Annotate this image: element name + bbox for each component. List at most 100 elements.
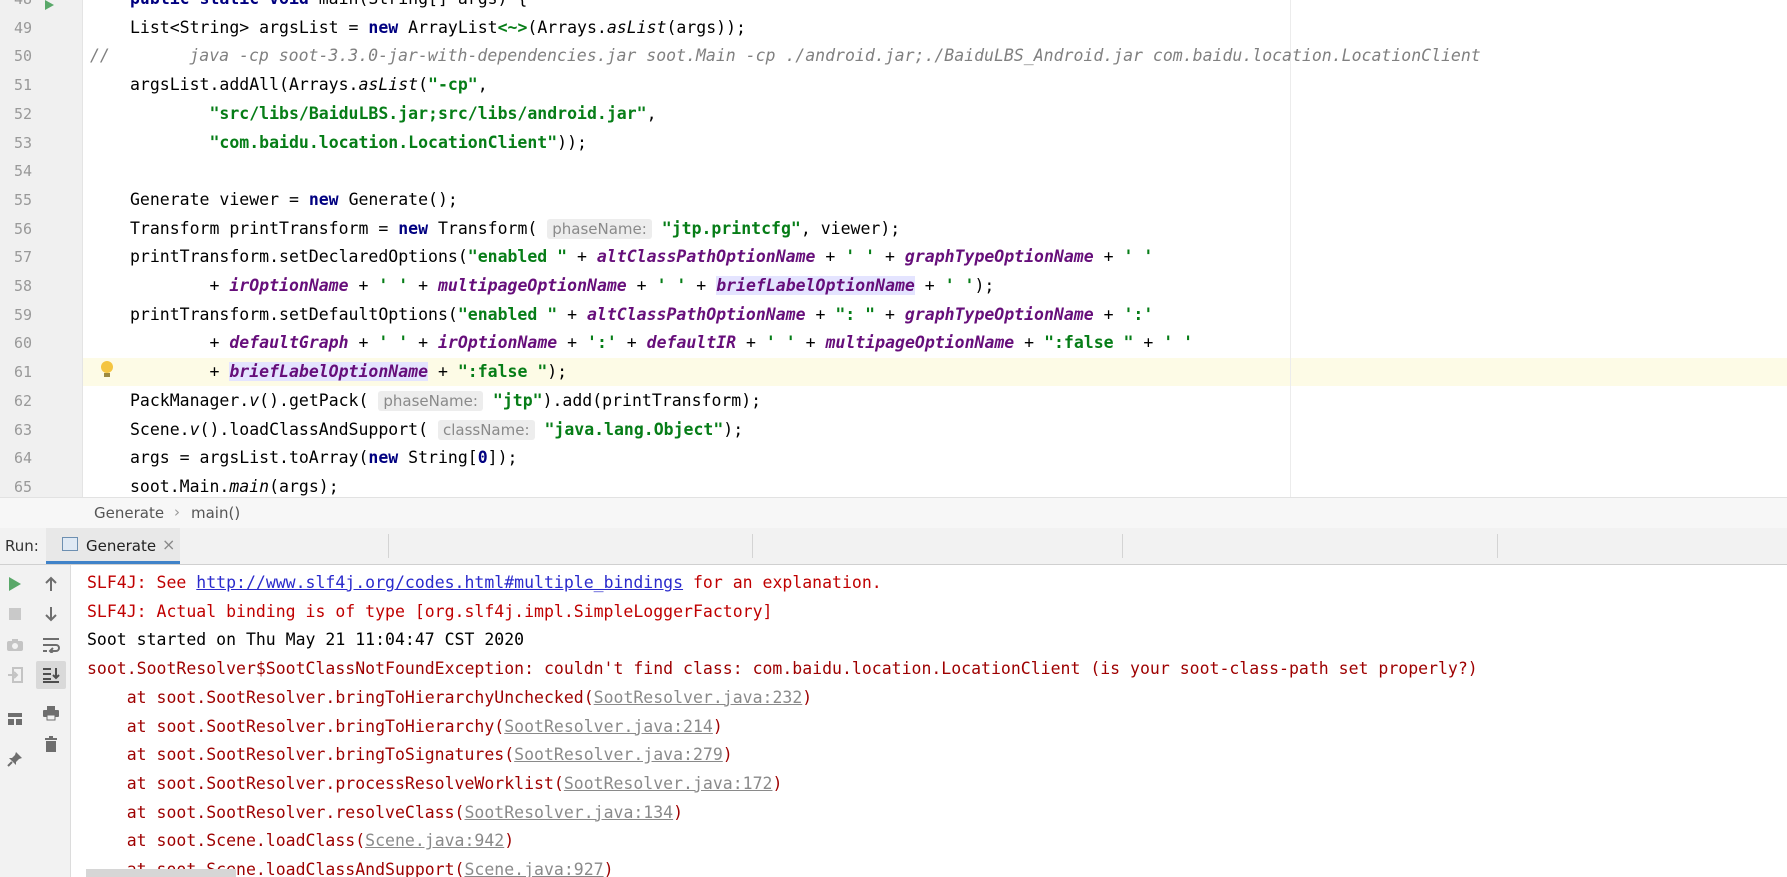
layout-icon[interactable] (2, 706, 28, 732)
code-token: + (408, 333, 438, 353)
console-text: ) (504, 831, 515, 851)
code-line: + defaultGraph + ' ' + irOptionName + ':… (130, 329, 1787, 357)
soft-wrap-icon[interactable] (38, 632, 64, 658)
parameter-hint: phaseName: (378, 390, 483, 411)
line-number: 63 (13, 420, 32, 439)
code-token: printTransform.setDeclaredOptions( (130, 247, 468, 267)
console-link[interactable]: SootResolver.java:134 (465, 803, 674, 822)
console-link[interactable]: SootResolver.java:172 (564, 774, 773, 793)
breadcrumb-separator: › (174, 503, 180, 521)
parameter-hint: className: (437, 419, 535, 440)
down-arrow-icon[interactable] (38, 601, 64, 627)
tab-close-icon[interactable]: × (162, 535, 175, 554)
console-line: SLF4J: See http://www.slf4j.org/codes.ht… (87, 569, 882, 597)
horizontal-scrollbar[interactable] (86, 869, 236, 877)
code-token: Generate viewer = (130, 189, 309, 209)
code-editor[interactable]: 48 49 50 51 52 53 54 55 56 57 58 59 60 61 62 63 64 65 pub… (0, 0, 1787, 497)
code-line: Transform printTransform = new Transform… (130, 215, 1787, 243)
code-token: irOptionName (438, 333, 558, 353)
console-link[interactable]: SootResolver.java:214 (504, 717, 713, 736)
console-text: ) (712, 716, 723, 736)
line-number: 59 (13, 305, 32, 324)
code-token: + (557, 304, 587, 324)
code-token: multipageOptionName (438, 276, 627, 295)
header-divider (1497, 534, 1498, 558)
code-token: + (348, 276, 379, 295)
code-line: + irOptionName + ' ' + multipageOptionNa… (130, 272, 1787, 300)
code-token: + (795, 333, 826, 353)
code-token: ' ' (378, 276, 409, 295)
breadcrumb-class[interactable]: Generate (94, 504, 164, 522)
rerun-icon[interactable] (2, 571, 28, 597)
code-token: ); (974, 276, 995, 295)
console-text: at soot.Scene.loadClass( (87, 831, 366, 851)
code-token: ": " (835, 304, 876, 324)
code-line: "com.baidu.location.LocationClient")); (130, 129, 1787, 157)
code-line: PackManager.v().getPack( phaseName: "jtp… (130, 387, 1787, 415)
line-number: 65 (13, 477, 32, 496)
code-token: ' ' (944, 276, 975, 295)
header-divider (1122, 534, 1123, 558)
console-link[interactable]: Scene.java:942 (365, 831, 504, 850)
code-token: ':' (1123, 304, 1154, 324)
code-line: + briefLabelOptionName + ":false "); (130, 358, 1787, 386)
scroll-to-end-icon[interactable] (36, 661, 66, 689)
tab-generate[interactable]: Generate × (46, 528, 180, 564)
code-token: , (646, 103, 657, 123)
code-token: + (1093, 304, 1124, 324)
code-token: + (557, 333, 588, 353)
code-token: + (130, 362, 230, 382)
code-token: + (736, 333, 766, 353)
run-panel-label: Run: (5, 537, 39, 555)
code-token: ' ' (656, 276, 687, 295)
code-token: ' ' (378, 333, 409, 353)
code-token: "com.baidu.location.LocationClient" (209, 132, 558, 152)
console-line: at soot.SootResolver.bringToSignatures(S… (87, 741, 733, 769)
console-text: SLF4J: See (87, 573, 197, 592)
camera-icon[interactable] (2, 632, 28, 658)
console-text: ) (802, 687, 813, 707)
console-tab-icon (62, 537, 78, 551)
code-token: (Arrays. (527, 17, 607, 37)
code-line: Generate viewer = new Generate(); (130, 186, 1787, 214)
code-line: printTransform.setDefaultOptions("enable… (130, 301, 1787, 329)
console-link[interactable]: SootResolver.java:279 (514, 745, 723, 764)
code-token: + (815, 247, 846, 267)
line-number-gutter: 48 49 50 51 52 53 54 55 56 57 58 59 60 61 62 63 64 65 (0, 0, 83, 497)
breadcrumb-method[interactable]: main() (191, 504, 240, 522)
console-text: soot.SootResolver$SootClassNotFoundExcep… (87, 659, 1478, 679)
pin-icon[interactable] (2, 746, 28, 772)
console-link[interactable]: Scene.java:927 (465, 860, 604, 877)
print-icon[interactable] (38, 700, 64, 726)
code-token: main(String[] args) { (319, 0, 528, 8)
run-gutter-icon[interactable] (45, 0, 54, 10)
console-text: at soot.SootResolver.bringToHierarchyUnc… (87, 687, 594, 707)
code-token: Scene. (130, 419, 190, 439)
code-token: + (1133, 333, 1164, 353)
code-token: + (616, 333, 647, 353)
console-text: at soot.SootResolver.processResolveWorkl… (87, 773, 564, 793)
console-link[interactable]: http://www.slf4j.org/codes.html#multiple… (196, 573, 683, 592)
code-token: + (408, 276, 438, 295)
code-token: v (189, 419, 200, 439)
code-token: ' ' (1123, 247, 1154, 267)
code-token: List<String> argsList = (130, 17, 369, 37)
console-output[interactable]: SLF4J: See http://www.slf4j.org/codes.ht… (71, 565, 1787, 877)
code-token: asList (358, 75, 419, 95)
line-number: 57 (13, 248, 32, 267)
code-token: public static void (130, 0, 319, 8)
up-arrow-icon[interactable] (38, 571, 64, 597)
exit-icon[interactable] (2, 662, 28, 688)
code-token: , viewer); (800, 218, 901, 238)
stop-icon[interactable] (2, 601, 28, 627)
code-token: ":false " (457, 362, 548, 382)
trash-icon[interactable] (38, 731, 64, 757)
code-token: ArrayList (408, 17, 498, 37)
header-divider (388, 534, 389, 558)
console-link[interactable]: SootResolver.java:232 (594, 688, 803, 707)
line-number: 49 (13, 18, 32, 37)
console-line: at soot.SootResolver.bringToHierarchyUnc… (87, 684, 812, 712)
lightbulb-icon[interactable] (101, 360, 113, 380)
